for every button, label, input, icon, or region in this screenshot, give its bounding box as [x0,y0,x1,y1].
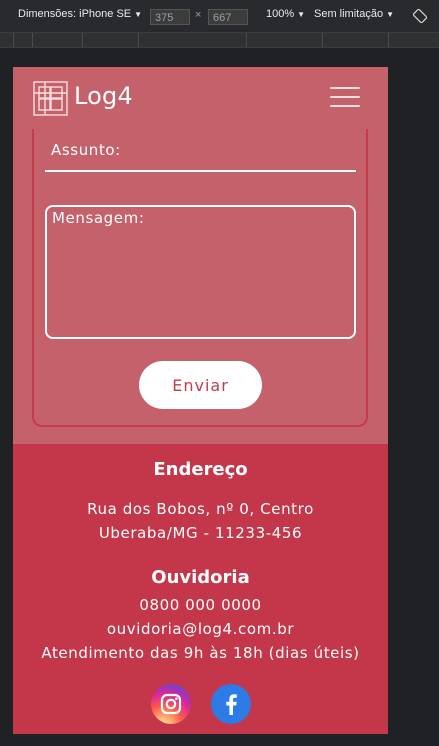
footer: Endereço Rua dos Bobos, nº 0, Centro Ube… [13,444,388,734]
hamburger-menu-button[interactable] [330,87,360,109]
address-title: Endereço [153,459,248,480]
facebook-icon[interactable] [211,684,251,724]
navbar: Log4 [13,67,388,129]
device-ruler [0,33,439,48]
gutter [0,48,13,746]
chevron-down-icon: ▼ [386,10,394,19]
phone-number: 0800 000 0000 [139,596,262,614]
message-textarea[interactable]: Mensagem: [45,205,356,339]
email-link[interactable]: ouvidoria@log4.com.br [13,620,388,638]
throttle-label: Sem limitação [314,8,384,20]
rotate-icon[interactable] [413,9,427,23]
viewport-height-input[interactable]: 667 [208,9,248,25]
message-label: Mensagem: [52,209,145,227]
dimension-separator: × [195,9,202,21]
ombudsman-title: Ouvidoria [151,567,250,588]
instagram-icon[interactable] [151,684,191,724]
subject-label[interactable]: Assunto: [51,141,121,159]
chevron-down-icon: ▼ [297,10,306,19]
logo-icon[interactable] [33,81,68,116]
send-button[interactable]: Enviar [139,361,262,409]
viewport-width-input[interactable]: 375 [150,9,190,25]
device-dimensions-label: Dimensões: iPhone SE [18,8,132,20]
mobile-viewport: Log4 Assunto: Mensagem: Enviar Endereço … [13,67,388,734]
zoom-dropdown[interactable]: 100% ▼ [266,8,305,20]
devtools-toolbar: Dimensões: iPhone SE ▼ 375 × 667 100% ▼ Se… [0,0,439,33]
chevron-down-icon: ▼ [134,10,143,19]
zoom-label: 100% [266,8,295,20]
throttle-dropdown[interactable]: Sem limitação ▼ [314,8,394,20]
address-line-1: Rua dos Bobos, nº 0, Centro [87,500,314,518]
device-dimensions-dropdown[interactable]: Dimensões: iPhone SE ▼ [18,8,142,20]
subject-input-underline[interactable] [45,170,356,172]
address-line-2: Uberaba/MG - 11233-456 [98,524,303,542]
service-hours: Atendimento das 9h às 18h (dias úteis) [41,644,360,662]
logo-text[interactable]: Log4 [74,82,133,110]
